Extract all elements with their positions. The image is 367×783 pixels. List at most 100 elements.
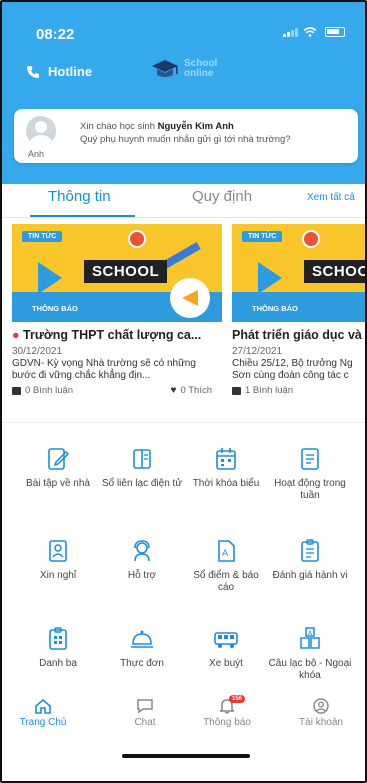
- news-date: 27/12/2021: [232, 346, 283, 357]
- see-all-link[interactable]: Xem tất cả: [307, 192, 355, 203]
- feature-contact-book[interactable]: Sổ liên lạc điện tử: [100, 446, 184, 490]
- support-icon: [134, 540, 150, 562]
- comment-count[interactable]: 0 Bình luận: [12, 385, 73, 396]
- alarm-clock-icon: [128, 230, 146, 248]
- svg-text:A: A: [222, 549, 229, 559]
- news-card[interactable]: TIN TỨC SCHOOL THÔNG BÁO ● Trường THPT c…: [12, 224, 222, 400]
- feature-homework[interactable]: Bài tập về nhà: [16, 446, 100, 490]
- comment-label: 0 Bình luận: [25, 385, 74, 396]
- active-tab-indicator: [30, 215, 135, 217]
- home-indicator: [122, 754, 250, 758]
- feature-behavior[interactable]: Đánh giá hành vi: [268, 538, 352, 582]
- like-count[interactable]: ♥ 0 Thích: [171, 385, 212, 396]
- banner-school-text: SCHOOL: [84, 260, 168, 283]
- home-icon: [35, 698, 51, 714]
- news-title-text: Trường THPT chất lượng ca...: [23, 328, 202, 342]
- feature-support[interactable]: Hỗ trợ: [100, 538, 184, 582]
- feature-bus[interactable]: Xe buýt: [184, 626, 268, 670]
- greeting-text: Xin chào học sinh Nguyễn Kim Anh: [80, 121, 234, 132]
- nav-chat-label: Chat: [134, 717, 156, 728]
- comment-icon: [232, 386, 241, 395]
- student-name: Nguyễn Kim Anh: [157, 121, 234, 132]
- signal-icon: [283, 27, 299, 37]
- hotline-label: Hotline: [48, 64, 93, 79]
- feature-menu[interactable]: Thực đơn: [100, 626, 184, 670]
- feature-label: Thời khóa biểu: [192, 478, 260, 489]
- feature-label: Xe buýt: [209, 658, 243, 669]
- feature-club[interactable]: A Câu lạc bộ - Ngoại khóa: [268, 626, 352, 682]
- content-tabs: Thông tin Quy định Xem tất cả: [2, 184, 365, 218]
- news-banner: TIN TỨC SCHOOL THÔNG BÁO: [12, 224, 222, 322]
- comment-icon: [12, 386, 21, 395]
- avatar[interactable]: [26, 116, 56, 146]
- nav-account[interactable]: Tài khoản: [286, 698, 356, 728]
- phone-frame: 08:22 Hotline School online Anh Xin chào…: [0, 0, 367, 783]
- feature-label: Thực đơn: [120, 658, 164, 669]
- news-badge: TIN TỨC: [22, 231, 63, 242]
- feature-label: Hỗ trợ: [127, 570, 157, 581]
- leave-request-icon: [49, 540, 67, 562]
- news-date: 30/12/2021: [12, 346, 63, 357]
- nav-account-label: Tài khoản: [299, 717, 343, 728]
- news-title: ● Trường THPT chất lượng ca...: [12, 328, 202, 342]
- phone-icon: [27, 65, 39, 78]
- banner-subtitle: THÔNG BÁO: [32, 304, 78, 313]
- bus-icon: [214, 632, 238, 648]
- banner-subtitle: THÔNG BÁO: [252, 304, 298, 313]
- nav-home-label: Trang Chủ: [19, 717, 67, 728]
- homework-icon: [48, 448, 70, 470]
- feature-weekly-activity[interactable]: Hoạt động trong tuần: [268, 446, 352, 502]
- comment-count[interactable]: 1 Bình luận: [232, 385, 293, 396]
- news-description: Chiều 25/12, Bộ trưởng Ng Sơn cùng đoàn …: [232, 358, 353, 381]
- status-time: 08:22: [36, 26, 75, 43]
- feature-label: Câu lạc bộ - Ngoại khóa: [268, 658, 352, 681]
- megaphone-icon: [170, 278, 210, 318]
- feature-label: Đánh giá hành vi: [272, 570, 348, 581]
- menu-cloche-icon: [131, 630, 153, 648]
- greeting-card[interactable]: Anh Xin chào học sinh Nguyễn Kim Anh Quý…: [14, 109, 358, 163]
- calendar-icon: [216, 448, 236, 470]
- notification-count-badge: 156: [229, 695, 246, 703]
- nav-home[interactable]: Trang Chủ: [8, 698, 78, 728]
- tab-info[interactable]: Thông tin: [48, 188, 111, 205]
- divider: [2, 422, 365, 423]
- comment-label: 1 Bình luận: [245, 385, 294, 396]
- club-icon: A: [300, 627, 320, 649]
- feature-grade-book[interactable]: A Sổ điểm & báo cáo: [184, 538, 268, 594]
- greeting-subtitle: Quý phụ huynh muốn nhắn gửi gì tới nhà t…: [80, 134, 291, 145]
- news-banner: TIN TỨC SCHOOL THÔNG BÁO: [232, 224, 365, 322]
- avatar-label: Anh: [28, 149, 45, 159]
- alarm-clock-icon: [302, 230, 320, 248]
- news-card[interactable]: TIN TỨC SCHOOL THÔNG BÁO Phát triển giáo…: [232, 224, 365, 400]
- behavior-icon: [301, 539, 319, 562]
- status-icons: [283, 27, 345, 37]
- feature-label: Danh bạ: [39, 658, 77, 669]
- school-online-logo: School online: [150, 58, 217, 80]
- news-description: GDVN- Kỳ vọng Nhà trường sẽ có những bướ…: [12, 358, 196, 381]
- feature-leave-request[interactable]: Xin nghỉ: [16, 538, 100, 582]
- wifi-icon: [303, 27, 317, 37]
- feature-label: Hoạt động trong tuần: [274, 478, 346, 501]
- play-icon: [258, 262, 282, 294]
- hotline-button[interactable]: Hotline: [26, 64, 92, 79]
- nav-notifications[interactable]: 156 Thông báo: [192, 695, 262, 728]
- feature-directory[interactable]: Danh bạ: [16, 626, 100, 670]
- feature-label: Sổ liên lạc điện tử: [101, 478, 183, 489]
- banner-school-text: SCHOOL: [304, 260, 365, 283]
- news-title: Phát triển giáo dục và: [232, 328, 362, 342]
- nav-chat[interactable]: Chat: [110, 698, 180, 728]
- graduation-cap-icon: [152, 60, 178, 77]
- heart-icon: ♥: [170, 385, 177, 396]
- nav-notifications-label: Thông báo: [203, 717, 251, 728]
- news-badge: TIN TỨC: [242, 231, 283, 242]
- logo-line2: online: [184, 68, 214, 79]
- activity-icon: [301, 448, 319, 470]
- bottom-nav: Trang Chủ Chat 156 Thông báo Tài khoản: [2, 690, 365, 740]
- feature-label: Sổ điểm & báo cáo: [193, 570, 259, 593]
- tab-rules[interactable]: Quy định: [192, 188, 252, 205]
- grade-book-icon: A: [218, 540, 235, 562]
- news-carousel[interactable]: TIN TỨC SCHOOL THÔNG BÁO ● Trường THPT c…: [12, 224, 365, 400]
- feature-timetable[interactable]: Thời khóa biểu: [184, 446, 268, 490]
- greeting-prefix: Xin chào học sinh: [80, 121, 158, 132]
- news-meta: 0 Bình luận ♥ 0 Thích: [12, 385, 212, 396]
